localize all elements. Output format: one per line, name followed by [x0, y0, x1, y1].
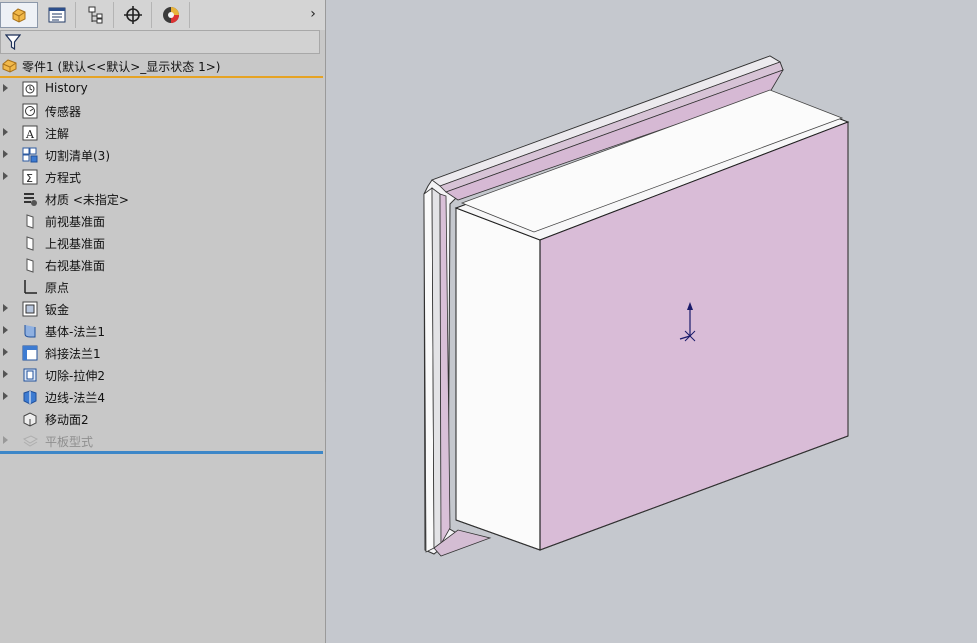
- material-icon: [24, 193, 37, 206]
- expand-caret-icon[interactable]: [3, 128, 8, 136]
- expand-panel-chevron-icon[interactable]: ›: [306, 6, 320, 22]
- tree-item-label: 前视基准面: [45, 215, 106, 229]
- move-face-icon: [23, 412, 37, 427]
- expand-caret-icon[interactable]: [3, 436, 8, 444]
- plane-icon: [26, 236, 34, 251]
- tree-item-annotation[interactable]: A 注解: [0, 122, 323, 144]
- tree-item-plane[interactable]: 上视基准面: [0, 232, 323, 254]
- expand-caret-icon[interactable]: [3, 150, 8, 158]
- tree-item-label: 切割清单(3): [45, 149, 110, 163]
- tree-item-label: 斜接法兰1: [45, 347, 101, 361]
- flange-left-bevel: [431, 187, 442, 549]
- edge-flange-icon: [23, 390, 37, 405]
- tree-item-miter-flange[interactable]: 斜接法兰1: [0, 342, 323, 364]
- tree-item-sheet-metal[interactable]: 钣金: [0, 298, 323, 320]
- tab-displaymanager[interactable]: [152, 2, 190, 28]
- expand-caret-icon[interactable]: [3, 348, 8, 356]
- tree-item-label: 基体-法兰1: [45, 325, 105, 339]
- tab-featuremanager[interactable]: [0, 2, 38, 28]
- part-name-label: 零件1 (默认<<默认>_显示状态 1>): [22, 60, 221, 74]
- tree-item-label: 传感器: [45, 105, 82, 119]
- tree-item-label: 原点: [45, 281, 70, 295]
- tab-dimxpertmanager[interactable]: [114, 2, 152, 28]
- manager-tab-bar: ›: [0, 0, 325, 30]
- display-manager-icon: [162, 7, 179, 23]
- tree-item-label: 切除-拉伸2: [45, 369, 105, 383]
- tree-item-move-face[interactable]: 移动面2: [0, 408, 323, 430]
- tree-item-label: 钣金: [45, 303, 70, 317]
- tree-item-label: 边线-法兰4: [45, 391, 105, 405]
- expand-caret-icon[interactable]: [3, 392, 8, 400]
- expand-caret-icon[interactable]: [3, 370, 8, 378]
- sheet-metal-icon: [22, 301, 38, 317]
- flat-pattern-icon: [22, 435, 38, 447]
- configuration-manager-icon: [88, 6, 102, 24]
- expand-caret-icon[interactable]: [3, 326, 8, 334]
- tab-configurationmanager[interactable]: [76, 2, 114, 28]
- tree-item-label: 上视基准面: [45, 237, 106, 251]
- rollback-bar[interactable]: [0, 451, 323, 454]
- cut-extrude-icon: [23, 368, 37, 382]
- plane-icon: [26, 258, 34, 273]
- part-icon: [2, 59, 17, 73]
- tree-item-equation[interactable]: Σ 方程式: [0, 166, 323, 188]
- tree-item-sensor[interactable]: 传感器: [0, 100, 323, 122]
- tree-item-edge-flange[interactable]: 边线-法兰4: [0, 386, 323, 408]
- tree-item-cut-extrude[interactable]: 切除-拉伸2: [0, 364, 323, 386]
- expand-caret-icon[interactable]: [3, 84, 8, 92]
- tree-item-label: 移动面2: [45, 413, 89, 427]
- expand-caret-icon[interactable]: [3, 172, 8, 180]
- part-tree-icon: [12, 8, 26, 23]
- svg-text:Σ: Σ: [26, 172, 33, 185]
- base-flange-icon: [24, 325, 36, 338]
- tree-item-label: 注解: [45, 127, 70, 141]
- tree-filter-bar[interactable]: [0, 30, 320, 54]
- tree-item-label: History: [45, 81, 88, 95]
- tree-item-plane[interactable]: 右视基准面: [0, 254, 323, 276]
- tree-item-label: 材质 <未指定>: [45, 193, 129, 207]
- tree-item-material[interactable]: 材质 <未指定>: [0, 188, 323, 210]
- graphics-area[interactable]: [326, 0, 977, 643]
- filter-icon: [5, 34, 21, 51]
- tab-propertymanager[interactable]: [38, 2, 76, 28]
- history-icon: [22, 81, 38, 97]
- tree-item-label: 方程式: [45, 171, 82, 185]
- tree-item-history[interactable]: History: [0, 78, 323, 100]
- sheet-metal-box-model[interactable]: [326, 0, 977, 643]
- tree-item-label: 右视基准面: [45, 259, 106, 273]
- tree-item-base-flange[interactable]: 基体-法兰1: [0, 320, 323, 342]
- miter-flange-icon: [22, 345, 38, 361]
- box-side-face: [455, 207, 541, 551]
- tree-item-origin[interactable]: 原点: [0, 276, 323, 298]
- dimxpert-icon: [123, 6, 142, 24]
- tree-item-label: 平板型式: [45, 435, 94, 449]
- plane-icon: [26, 214, 34, 229]
- svg-text:A: A: [25, 128, 35, 141]
- annotation-icon: A: [22, 125, 38, 141]
- sensor-icon: [22, 103, 38, 119]
- origin-icon: [24, 280, 37, 294]
- tree-item-flat-pattern[interactable]: 平板型式: [0, 430, 323, 452]
- expand-caret-icon[interactable]: [3, 304, 8, 312]
- tree-item-cut-list[interactable]: 切割清单(3): [0, 144, 323, 166]
- equation-icon: Σ: [22, 169, 38, 185]
- tree-item-plane[interactable]: 前视基准面: [0, 210, 323, 232]
- tree-root-part[interactable]: 零件1 (默认<<默认>_显示状态 1>): [0, 57, 323, 76]
- property-manager-icon: [48, 7, 65, 23]
- feature-manager-panel: › 零件1 (默认<<默认>_显示状态 1>) History 传感器 A 注解切割清…: [0, 0, 326, 643]
- cut-list-icon: [22, 147, 38, 163]
